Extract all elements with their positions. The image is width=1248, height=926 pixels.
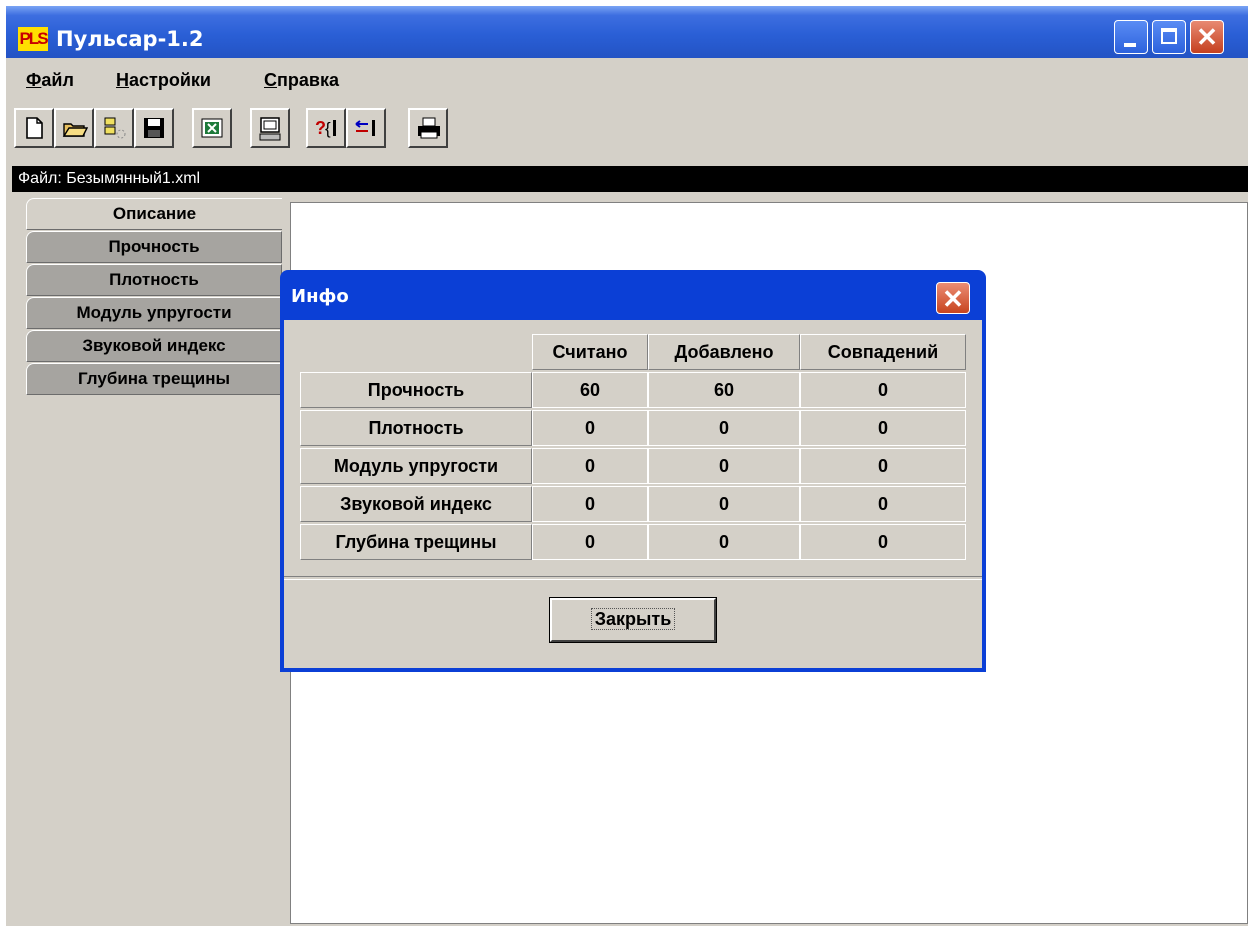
- menu-help[interactable]: Справка: [264, 70, 339, 91]
- tab-crack-depth[interactable]: Глубина трещины: [26, 363, 282, 395]
- title-bar[interactable]: PLS Пульсар-1.2 ✕: [6, 6, 1248, 58]
- row-header: Прочность: [300, 372, 532, 408]
- dialog-title: Инфо: [291, 286, 349, 307]
- close-dialog-button[interactable]: Закрыть: [549, 597, 717, 643]
- file-path-bar: Файл: Безымянный1.xml: [12, 166, 1248, 192]
- tab-sound-index[interactable]: Звуковой индекс: [26, 330, 282, 362]
- table-cell: 0: [800, 410, 966, 446]
- tab-elastic-modulus[interactable]: Модуль упругости: [26, 297, 282, 329]
- table-cell: 0: [800, 486, 966, 522]
- dialog-close-button[interactable]: ✕: [936, 282, 970, 314]
- open-folder-icon: [62, 123, 88, 137]
- dialog-body: Считано Добавлено Совпадений Прочность 6…: [284, 320, 982, 668]
- table-cell: 0: [648, 410, 800, 446]
- menu-settings[interactable]: Настройки: [116, 70, 211, 91]
- print-icon: [418, 117, 440, 139]
- column-header-read: Считано: [532, 334, 648, 370]
- menu-bar: Файл Настройки Справка: [6, 62, 1248, 98]
- window-title: Пульсар-1.2: [56, 27, 204, 51]
- table-cell: 0: [800, 448, 966, 484]
- table-cell: 0: [532, 524, 648, 560]
- svg-text:{: {: [325, 119, 331, 138]
- connect-device-icon: [104, 117, 126, 139]
- app-logo: PLS: [18, 27, 49, 51]
- table-cell: 0: [532, 448, 648, 484]
- open-button[interactable]: [54, 108, 94, 148]
- save-button[interactable]: [134, 108, 174, 148]
- help-button[interactable]: ?{: [306, 108, 346, 148]
- row-header: Модуль упругости: [300, 448, 532, 484]
- help-icon: ?{: [315, 118, 336, 138]
- maximize-icon: [1161, 28, 1177, 44]
- transfer-icon: [355, 120, 375, 136]
- tab-strength[interactable]: Прочность: [26, 231, 282, 263]
- close-button-label: Закрыть: [590, 608, 676, 630]
- window-close-button[interactable]: ✕: [1190, 20, 1224, 54]
- close-icon: ✕: [1196, 22, 1218, 52]
- transfer-button[interactable]: [346, 108, 386, 148]
- info-dialog: Инфо ✕ Считано Добавлено Совпадений Проч…: [280, 270, 986, 672]
- table-cell: 0: [648, 524, 800, 560]
- toolbar: ?{: [6, 102, 1248, 160]
- maximize-button[interactable]: [1152, 20, 1186, 54]
- row-header: Глубина трещины: [300, 524, 532, 560]
- table-cell: 0: [800, 372, 966, 408]
- tab-description[interactable]: Описание: [26, 198, 282, 230]
- table-cell: 0: [532, 486, 648, 522]
- column-header-added: Добавлено: [648, 334, 800, 370]
- column-header-matches: Совпадений: [800, 334, 966, 370]
- excel-export-button[interactable]: [192, 108, 232, 148]
- table-cell: 0: [648, 448, 800, 484]
- dialog-separator: [284, 576, 982, 580]
- row-header: Плотность: [300, 410, 532, 446]
- tab-density[interactable]: Плотность: [26, 264, 282, 296]
- menu-file[interactable]: Файл: [26, 70, 74, 91]
- excel-export-icon: [201, 118, 223, 138]
- device-settings-button[interactable]: [250, 108, 290, 148]
- table-cell: 60: [532, 372, 648, 408]
- connect-button[interactable]: [94, 108, 134, 148]
- device-settings-icon: [259, 117, 281, 141]
- new-document-icon: [26, 117, 43, 139]
- table-cell: 0: [800, 524, 966, 560]
- row-header: Звуковой индекс: [300, 486, 532, 522]
- table-cell: 0: [532, 410, 648, 446]
- table-cell: 60: [648, 372, 800, 408]
- print-button[interactable]: [408, 108, 448, 148]
- minimize-button[interactable]: [1114, 20, 1148, 54]
- close-icon: ✕: [942, 284, 964, 314]
- minimize-icon: [1124, 43, 1136, 47]
- save-icon: [144, 118, 164, 138]
- table-cell: 0: [648, 486, 800, 522]
- new-button[interactable]: [14, 108, 54, 148]
